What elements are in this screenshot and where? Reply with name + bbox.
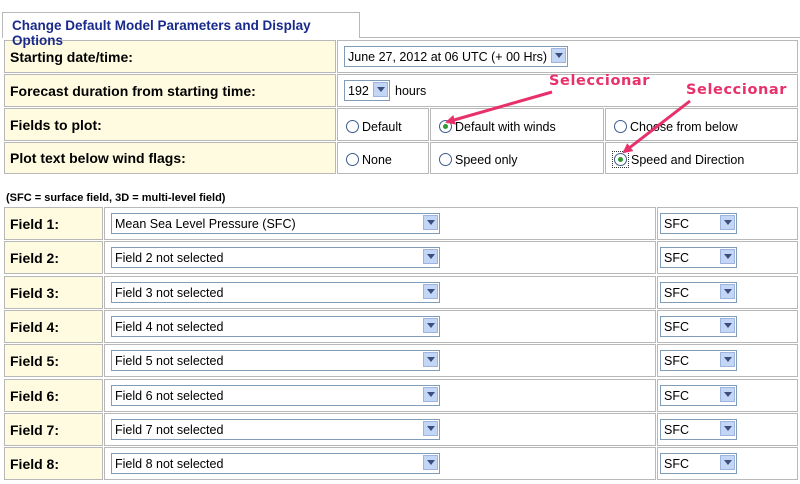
level-select[interactable]: SFC [660, 316, 737, 337]
chevron-down-icon[interactable] [551, 48, 566, 63]
fields-to-plot-label: Fields to plot: [4, 108, 336, 141]
level-cell: SFC [657, 241, 798, 274]
panel-tab-title: Change Default Model Parameters and Disp… [2, 12, 360, 48]
text-option-none[interactable]: None [337, 142, 429, 174]
field-label: Field 5: [4, 344, 103, 377]
level-select[interactable]: SFC [660, 453, 737, 474]
chevron-down-icon[interactable] [720, 249, 735, 264]
field-cell: Field 2 not selected [104, 241, 656, 274]
field-label: Field 4: [4, 310, 103, 343]
start-datetime-select[interactable]: June 27, 2012 at 06 UTC (+ 00 Hrs) [344, 46, 568, 67]
chevron-down-icon[interactable] [720, 455, 735, 470]
chevron-down-icon[interactable] [423, 318, 438, 333]
field-select[interactable]: Field 7 not selected [111, 419, 440, 440]
field-select[interactable]: Field 6 not selected [111, 385, 440, 406]
duration-label: Forecast duration from starting time: [4, 74, 336, 107]
chevron-down-icon[interactable] [720, 421, 735, 436]
focus-ring [612, 151, 629, 168]
fields-option-choose[interactable]: Choose from below [605, 108, 798, 141]
annotation-label: Seleccionar [686, 82, 788, 98]
field-select[interactable]: Field 5 not selected [111, 350, 440, 371]
level-select[interactable]: SFC [660, 247, 737, 268]
level-cell: SFC [657, 276, 798, 309]
radio-icon[interactable] [614, 120, 627, 133]
level-cell: SFC [657, 447, 798, 480]
start-cell: June 27, 2012 at 06 UTC (+ 00 Hrs) [337, 40, 798, 73]
level-cell: SFC [657, 413, 798, 446]
duration-unit: hours [395, 83, 427, 98]
chevron-down-icon[interactable] [720, 387, 735, 402]
radio-checked-icon[interactable] [439, 120, 452, 133]
text-option-speed-direction[interactable]: Speed and Direction [605, 142, 798, 174]
level-cell: SFC [657, 379, 798, 412]
field-cell: Field 8 not selected [104, 447, 656, 480]
field-cell: Mean Sea Level Pressure (SFC) [104, 207, 656, 240]
chevron-down-icon[interactable] [423, 421, 438, 436]
radio-icon[interactable] [439, 153, 452, 166]
chevron-down-icon[interactable] [423, 387, 438, 402]
field-label: Field 3: [4, 276, 103, 309]
chevron-down-icon[interactable] [423, 215, 438, 230]
chevron-down-icon[interactable] [720, 215, 735, 230]
level-select[interactable]: SFC [660, 350, 737, 371]
field-select[interactable]: Field 2 not selected [111, 247, 440, 268]
level-select[interactable]: SFC [660, 213, 737, 234]
field-select[interactable]: Mean Sea Level Pressure (SFC) [111, 213, 440, 234]
divider [360, 37, 800, 38]
plot-text-label: Plot text below wind flags: [4, 142, 336, 174]
chevron-down-icon[interactable] [720, 352, 735, 367]
field-select[interactable]: Field 8 not selected [111, 453, 440, 474]
field-label: Field 7: [4, 413, 103, 446]
chevron-down-icon[interactable] [720, 284, 735, 299]
field-cell: Field 3 not selected [104, 276, 656, 309]
fields-option-default[interactable]: Default [337, 108, 429, 141]
annotation-label: Seleccionar [549, 73, 651, 89]
duration-select[interactable]: 192 [344, 80, 390, 101]
field-cell: Field 7 not selected [104, 413, 656, 446]
chevron-down-icon[interactable] [423, 352, 438, 367]
chevron-down-icon[interactable] [423, 455, 438, 470]
chevron-down-icon[interactable] [423, 284, 438, 299]
level-select[interactable]: SFC [660, 385, 737, 406]
level-select[interactable]: SFC [660, 419, 737, 440]
field-select[interactable]: Field 3 not selected [111, 282, 440, 303]
field-legend-note: (SFC = surface field, 3D = multi-level f… [6, 192, 226, 204]
field-label: Field 2: [4, 241, 103, 274]
level-select[interactable]: SFC [660, 282, 737, 303]
field-cell: Field 4 not selected [104, 310, 656, 343]
field-label: Field 1: [4, 207, 103, 240]
text-option-speed-only[interactable]: Speed only [430, 142, 604, 174]
field-cell: Field 5 not selected [104, 344, 656, 377]
chevron-down-icon[interactable] [373, 82, 388, 97]
radio-icon[interactable] [346, 153, 359, 166]
level-cell: SFC [657, 310, 798, 343]
field-label: Field 6: [4, 379, 103, 412]
chevron-down-icon[interactable] [423, 249, 438, 264]
field-cell: Field 6 not selected [104, 379, 656, 412]
level-cell: SFC [657, 344, 798, 377]
radio-checked-icon[interactable] [614, 153, 627, 166]
field-select[interactable]: Field 4 not selected [111, 316, 440, 337]
level-cell: SFC [657, 207, 798, 240]
chevron-down-icon[interactable] [720, 318, 735, 333]
field-label: Field 8: [4, 447, 103, 480]
radio-icon[interactable] [346, 120, 359, 133]
fields-option-default-with-winds[interactable]: Default with winds [430, 108, 604, 141]
